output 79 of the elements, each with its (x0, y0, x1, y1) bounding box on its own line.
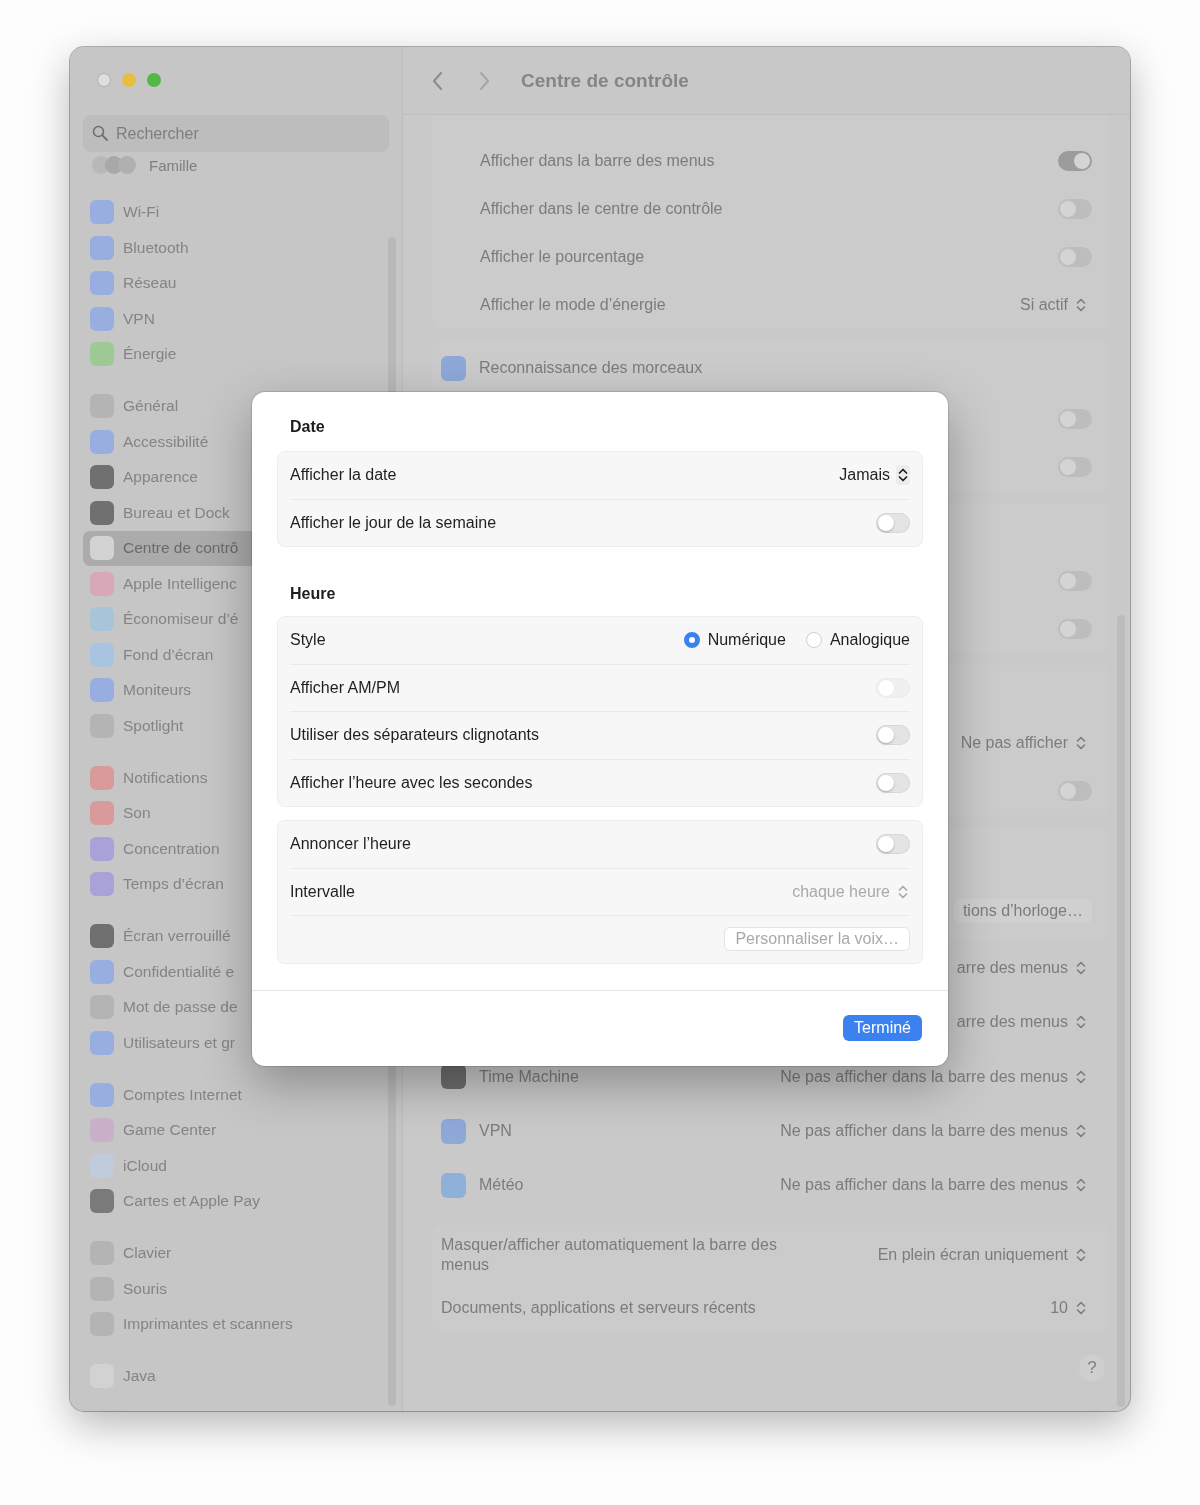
setting-label: Afficher le jour de la semaine (290, 513, 497, 532)
updown-chevron-icon (1076, 1300, 1086, 1317)
setting-label: Afficher le mode d’énergie (479, 296, 666, 314)
setting-label: Afficher l’heure avec les secondes (290, 773, 533, 792)
sidebar-item[interactable]: iCloud (83, 1148, 389, 1184)
setting-label: Masquer/afficher automatiquement la barre des menus (441, 1235, 778, 1276)
updown-chevron-icon (1076, 1068, 1086, 1085)
radio-option[interactable]: Numérique (683, 631, 786, 650)
back-button[interactable] (431, 69, 445, 92)
setting-label: Time Machine (479, 1067, 579, 1086)
options-button[interactable]: tions d’horloge… (953, 899, 1092, 923)
sidebar-item[interactable]: Mot de passe de (83, 989, 389, 1025)
setting-label: Afficher AM/PM (290, 678, 400, 697)
popup-button[interactable]: Si actif (1014, 294, 1092, 316)
window-title: Centre de contrôle (521, 69, 689, 92)
forward-button[interactable] (477, 69, 491, 92)
setting-label: Météo (479, 1176, 524, 1195)
setting-label: Afficher dans la barre des menus (479, 152, 715, 170)
setting-label: Afficher dans le centre de contrôle (479, 200, 723, 218)
toggle-switch[interactable] (876, 772, 910, 793)
updown-chevron-icon (1076, 960, 1086, 977)
section-title: Date (289, 417, 326, 437)
people-icon (91, 155, 137, 175)
sidebar-item[interactable]: Souris (83, 1271, 389, 1307)
sidebar-item[interactable]: Clavier (83, 1235, 389, 1271)
sidebar-item[interactable]: Comptes Internet (83, 1077, 389, 1113)
popup-button[interactable]: Ne pas afficher dans la barre des menus (774, 1065, 1092, 1088)
updown-chevron-icon (1076, 1177, 1086, 1194)
updown-chevron-icon (896, 465, 910, 486)
toggle-switch[interactable] (876, 512, 910, 533)
updown-chevron-icon (1076, 1247, 1086, 1264)
sidebar-item[interactable]: VPN (83, 301, 389, 337)
setting-label: Style (290, 631, 326, 650)
sidebar-item[interactable]: Cartes et Apple Pay (83, 1183, 389, 1219)
setting-label: Utiliser des séparateurs clignotants (290, 726, 539, 745)
toggle-switch[interactable] (876, 834, 910, 855)
zoom-button[interactable] (147, 73, 161, 87)
sidebar-item[interactable]: Wi-Fi (83, 194, 389, 230)
sidebar-item[interactable]: Java (83, 1358, 389, 1394)
section-title: Reconnaissance des morceaux (479, 359, 703, 377)
setting-label: Documents, applications et serveurs récents (441, 1298, 756, 1319)
sidebar-item[interactable]: Énergie (83, 336, 389, 372)
popup-button[interactable]: Ne pas afficher (954, 732, 1092, 754)
setting-label: VPN (479, 1122, 512, 1141)
setting-label: Afficher la date (290, 466, 397, 485)
sidebar-item[interactable]: Confidentialité e (83, 954, 389, 990)
help-button[interactable]: ? (1079, 1355, 1105, 1382)
sidebar-item[interactable]: Écran verrouillé (83, 918, 389, 954)
popup-button[interactable]: Jamais (833, 463, 910, 488)
setting-label: Annoncer l’heure (290, 835, 411, 854)
popup-button[interactable]: arre des menus (950, 1011, 1092, 1034)
updown-chevron-icon (1076, 297, 1086, 313)
popup-button[interactable]: 10 (1044, 1297, 1092, 1320)
done-button[interactable]: Terminé (843, 1015, 922, 1042)
updown-chevron-icon (1076, 1123, 1086, 1140)
sidebar-item[interactable]: Game Center (83, 1112, 389, 1148)
sidebar-item[interactable]: Imprimantes et scanners (83, 1306, 389, 1342)
toggle-switch[interactable] (1058, 151, 1092, 171)
popup-button[interactable]: En plein écran uniquement (871, 1244, 1092, 1267)
section-title: Heure (289, 584, 337, 604)
toggle-switch[interactable] (876, 725, 910, 746)
popup-button[interactable]: Ne pas afficher dans la barre des menus (774, 1120, 1092, 1143)
close-button[interactable] (97, 73, 111, 87)
search-icon (92, 125, 108, 141)
sidebar-item[interactable]: Bluetooth (83, 230, 389, 266)
sidebar-item[interactable]: Utilisateurs et gr (83, 1025, 389, 1061)
minimize-button[interactable] (122, 73, 136, 87)
popup-button[interactable]: arre des menus (950, 957, 1092, 980)
popup-button[interactable]: Ne pas afficher dans la barre des menus (774, 1174, 1092, 1197)
setting-label: Afficher le pourcentage (479, 248, 645, 266)
updown-chevron-icon (1076, 1014, 1086, 1031)
updown-chevron-icon (1076, 735, 1086, 751)
setting-label: Intervalle (290, 882, 355, 901)
sidebar-item[interactable]: Famille (83, 152, 389, 178)
sidebar-item[interactable]: Réseau (83, 265, 389, 301)
scrollbar[interactable] (1117, 615, 1125, 1407)
search-field[interactable]: Rechercher (83, 115, 389, 152)
sidebar-item[interactable]: Son (83, 795, 389, 831)
radio-option[interactable]: Analogique (805, 631, 910, 650)
